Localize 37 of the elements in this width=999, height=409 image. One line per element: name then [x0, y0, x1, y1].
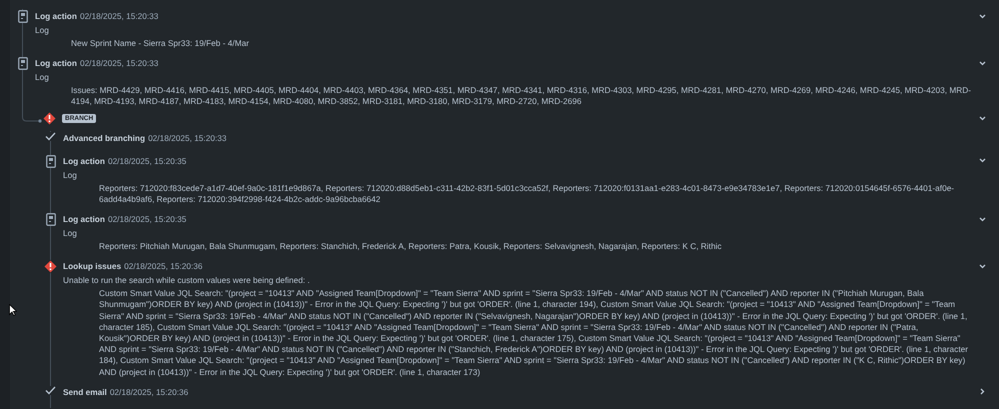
entry-label: Log: [35, 71, 50, 84]
entry-time: 02/18/2025, 15:20:36: [110, 386, 188, 397]
log-message: Reporters: 712020:f83cede7-a1d7-40ef-9a0c-181f1e9d867a, Reporters: 712020:d88d5eb1-c311-42b2-83f1-5d01c3cca52f, Reporters: 712020:f0131aa1-e283-4c01-8473-e9e34783e1e7, Reporters: 712020:0154645f-6576-4401-af0e-6add4a4b9af6, Reporters: 712020:394f2998-f424-4b2c-addc-9a96bcba6642: [99, 182, 956, 206]
chevron-icon[interactable]: [980, 388, 985, 396]
entry-title: Send email: [63, 386, 107, 397]
entry-label: Unable to run the search while custom values were being defined: .: [63, 274, 311, 288]
error-icon: [43, 112, 56, 126]
log-message: Reporters: Pitchiah Murugan, Bala Shunmugam, Reporters: Stanchich, Frederick A, Reporters: Patra, Kousik, Reporters: Selvavignesh, Nagarajan, Reporters: K C, Rithic: [99, 241, 723, 252]
entry-label: Log: [35, 24, 50, 37]
entry-time: 02/18/2025, 15:20:33: [148, 132, 226, 143]
entry-time: 02/18/2025, 15:20:33: [80, 11, 158, 21]
log-message: New Sprint Name - Sierra Spr33: 19/Feb - 4/Mar: [71, 38, 250, 50]
entry-time: 02/18/2025, 15:20:33: [80, 58, 158, 68]
entry-time: 02/18/2025, 15:20:36: [124, 261, 203, 272]
document-icon: [46, 213, 56, 226]
entry-title: Advanced branching: [63, 132, 146, 143]
chevron-icon[interactable]: [979, 264, 986, 269]
chevron-icon[interactable]: [979, 216, 986, 222]
chevron-icon[interactable]: [979, 14, 986, 18]
mouse-pointer-icon: [9, 304, 17, 316]
entry-title: Log action: [63, 214, 105, 224]
entry-title: Log action: [35, 11, 77, 21]
entry-label: Log: [63, 227, 78, 240]
chevron-icon[interactable]: [979, 60, 986, 66]
entry-title: Lookup issues: [63, 261, 122, 272]
entry-time: 02/18/2025, 15:20:35: [108, 214, 186, 224]
log-message: Issues: MRD-4429, MRD-4416, MRD-4415, MRD-4405, MRD-4404, MRD-4403, MRD-4364, MRD-4351, MRD-4347, MRD-4341, MRD-4316, MRD-4303, MRD-4295, MRD-4281, MRD-4270, MRD-4269, MRD-4246, MRD-4245, MRD-4203, MRD-4194, MRD-4193, MRD-4187, MRD-4183, MRD-4154, MRD-4080, MRD-3852, MRD-3181, MRD-3180, MRD-3179, MRD-2720, MRD-2696: [71, 85, 972, 108]
entry-title: Log action: [35, 58, 77, 68]
document-icon: [18, 57, 28, 70]
entry-time: 02/18/2025, 15:20:35: [108, 156, 186, 166]
chevron-icon[interactable]: [979, 158, 986, 164]
document-icon: [18, 10, 28, 23]
document-icon: [46, 154, 56, 168]
chevron-icon[interactable]: [979, 116, 986, 122]
entry-title: Log action: [63, 156, 105, 166]
entry-label: Log: [63, 168, 78, 182]
log-message: Custom Smart Value JQL Search: "(project = "10413" AND "Assigned Team[Dropdown]" = "Team Sierra" AND sprint = "Sierra Spr33: 19/Feb - 4/Mar" AND status NOT IN ("Cancelled") AND reporter IN ("Pitchiah Murugan, Bala Shunmugam")ORDER BY key) AND (project in (10413))" - Error in the JQL Query: Expecting ')' but got 'ORDER'. (line 1, character 194), Custom Smart Value JQL Search: "(project = "10413" AND "Assigned Team[Dropdown]" = "Team Sierra" AND sprint = "Sierra Spr33: 19/Feb - 4/Mar" AND status NOT IN ("Cancelled") AND reporter IN ("Selvavignesh, Nagarajan")ORDER BY key) AND (project in (10413))" - Error in the JQL Query: Expecting ')' but got 'ORDER'. (line 1, character 185), Custom Smart Value JQL Search: "(project = "10413" AND "Assigned Team[Dropdown]" = "Team Sierra" AND sprint = "Sierra Spr33: 19/Feb - 4/Mar" AND status NOT IN ("Cancelled") AND reporter IN ("Patra, Kousik")ORDER BY key) AND (project in (10413))" - Error in the JQL Query: Expecting ')' but got 'ORDER'. (line 1, character 175), Custom Smart Value JQL Search: "(project = "10413" AND "Assigned Team[Dropdown]" = "Team Sierra" AND sprint = "Sierra Spr33: 19/Feb - 4/Mar" AND status NOT IN ("Cancelled") AND reporter IN ("Stanchich, Frederick A")ORDER BY key) AND (project in (10413))" - Error in the JQL Query: Expecting ')' but got 'ORDER'. (line 1, character 184), Custom Smart Value JQL Search: "(project = "10413" AND "Assigned Team[Dropdown]" = "Team Sierra" AND sprint = "Sierra Spr33: 19/Feb - 4/Mar" AND status NOT IN ("Cancelled") AND reporter IN ("K C, Rithic")ORDER BY key) AND (project in (10413))" - Error in the JQL Query: Expecting ')' but got 'ORDER'. (line 1, character 173): [99, 288, 970, 378]
